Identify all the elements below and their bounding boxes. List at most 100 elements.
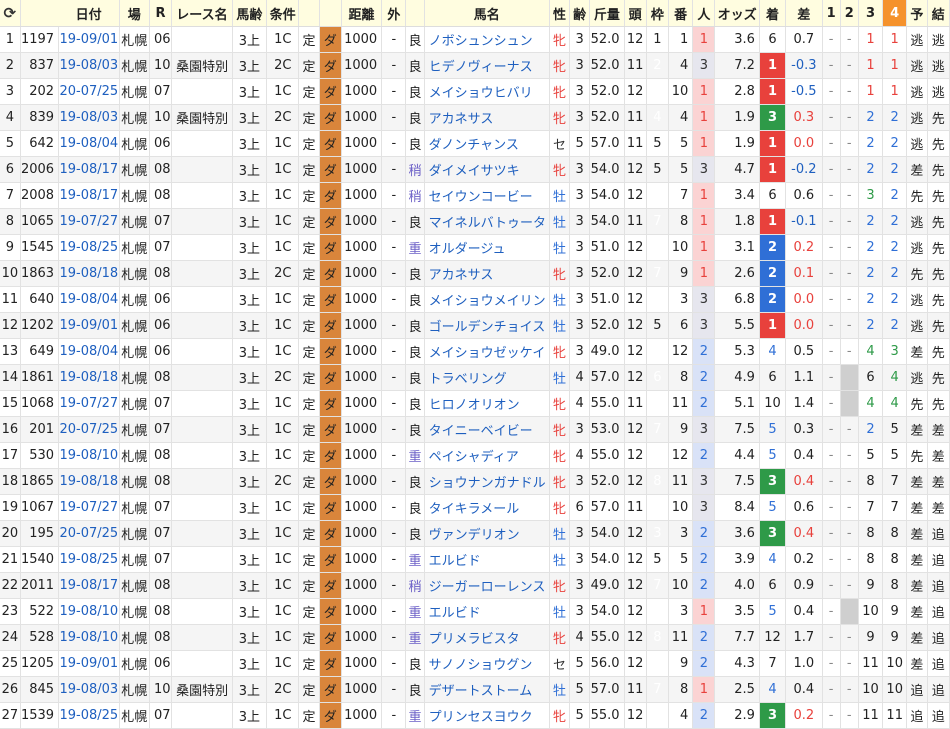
table-row[interactable]: 25 1205 19-09/01 札幌 06 3上 1C 定ダ 1000- 良サノノショウグンセ 5… — [0, 650, 950, 677]
cell-date[interactable]: 20-07/25 — [58, 78, 120, 105]
cell-race-id: 201 — [20, 416, 60, 443]
cell-date[interactable]: 19-08/03 — [58, 676, 120, 703]
table-row[interactable]: 20 195 20-07/25 札幌 07 3上 1C 定ダ 1000- 良ヴァンデリオン牡 3 54… — [0, 520, 950, 547]
cell-date[interactable]: 19-08/10 — [58, 598, 120, 625]
table-row[interactable]: 14 1861 19-08/18 札幌 08 3上 2C 定ダ 1000- 良トラベリング牡 4 57… — [0, 364, 950, 391]
table-row[interactable]: 11 640 19-08/04 札幌 06 3上 1C 定ダ 1000- 良メイショウメイリン牡 3… — [0, 286, 950, 313]
table-row[interactable]: 6 2006 19-08/17 札幌 08 3上 1C 定ダ 1000- 稍ダイメイサツキ牝 3 54… — [0, 156, 950, 183]
cell-date[interactable]: 19-08/17 — [58, 182, 120, 209]
cell-prediction: 先 — [906, 260, 928, 287]
cell-surface: ダ — [319, 156, 342, 183]
table-row[interactable]: 26 845 19-08/03 札幌 10 桑園特別 3上 2C 定ダ 1000- 良デザートストー… — [0, 676, 950, 703]
table-row[interactable]: 12 1202 19-09/01 札幌 06 3上 1C 定ダ 1000- 良ゴールデンチョイス牡… — [0, 312, 950, 339]
cell-horse-name[interactable]: セイウンコービー — [424, 182, 550, 209]
cell-horse-name[interactable]: マイネルバトゥータ — [424, 208, 550, 235]
cell-horse-name[interactable]: エルビド — [424, 546, 550, 573]
cell-weight: 51.0 — [589, 286, 625, 313]
cell-surface: ダ — [319, 520, 342, 547]
cell-horse-name[interactable]: ダノンチャンス — [424, 130, 550, 157]
cell-date[interactable]: 19-08/17 — [58, 156, 120, 183]
cell-date[interactable]: 19-08/03 — [58, 104, 120, 131]
cell-pos-4: 5 — [882, 416, 908, 443]
table-row[interactable]: 21 1540 19-08/25 札幌 07 3上 1C 定ダ 1000- 重エルビド牡 3 54.0… — [0, 546, 950, 573]
cell-horse-name[interactable]: オルダージュ — [424, 234, 550, 261]
cell-date[interactable]: 19-09/01 — [58, 650, 120, 677]
cell-result: 先 — [927, 338, 950, 365]
table-row[interactable]: 7 2008 19-08/17 札幌 08 3上 1C 定ダ 1000- 稍セイウンコービー牡 3 5… — [0, 182, 950, 209]
cell-horse-name[interactable]: ショウナンガナドル — [424, 468, 550, 495]
cell-pos-2: - — [840, 104, 859, 131]
cell-horse-name[interactable]: ノボシュンシュン — [424, 26, 550, 53]
cell-date[interactable]: 19-08/18 — [58, 260, 120, 287]
table-row[interactable]: 1 1197 19-09/01 札幌 06 3上 1C 定ダ 1000- 良ノボシュンシュン牝 3 5… — [0, 26, 950, 53]
cell-date[interactable]: 19-08/18 — [58, 364, 120, 391]
table-row[interactable]: 24 528 19-08/10 札幌 08 3上 1C 定ダ 1000- 重プリメラビスタ牝 4 55… — [0, 624, 950, 651]
refresh-icon[interactable]: ⟳ — [0, 0, 21, 27]
cell-date[interactable]: 19-09/01 — [58, 312, 120, 339]
cell-race-name — [171, 338, 233, 365]
table-row[interactable]: 13 649 19-08/04 札幌 06 3上 1C 定ダ 1000- 良メイショウゼッケイ牝 3… — [0, 338, 950, 365]
cell-date[interactable]: 19-08/10 — [58, 624, 120, 651]
table-row[interactable]: 8 1065 19-07/27 札幌 07 3上 1C 定ダ 1000- 良マイネルバトゥータ牡 3… — [0, 208, 950, 235]
cell-class: 1C — [266, 390, 300, 417]
cell-date[interactable]: 19-08/10 — [58, 442, 120, 469]
cell-horse-name[interactable]: デザートストーム — [424, 676, 550, 703]
cell-date[interactable]: 19-08/03 — [58, 52, 120, 79]
cell-horse-name[interactable]: タイニーベイビー — [424, 416, 550, 443]
cell-horse-name[interactable]: メイショウヒバリ — [424, 78, 550, 105]
table-row[interactable]: 2 837 19-08/03 札幌 10 桑園特別 3上 2C 定ダ 1000- 良ヒデノヴィーナス… — [0, 52, 950, 79]
cell-horse-name[interactable]: メイショウメイリン — [424, 286, 550, 313]
cell-track: 良 — [405, 364, 425, 391]
cell-date[interactable]: 19-08/25 — [58, 702, 120, 729]
cell-horse-name[interactable]: トラベリング — [424, 364, 550, 391]
table-row[interactable]: 22 2011 19-08/17 札幌 08 3上 1C 定ダ 1000- 稍ジーガーローレンス牝… — [0, 572, 950, 599]
cell-horse-name[interactable]: ヒデノヴィーナス — [424, 52, 550, 79]
cell-horse-name[interactable]: アカネサス — [424, 260, 550, 287]
cell-date[interactable]: 19-08/04 — [58, 286, 120, 313]
cell-horse-name[interactable]: ペイシャディア — [424, 442, 550, 469]
cell-horse-name[interactable]: アカネサス — [424, 104, 550, 131]
cell-date[interactable]: 20-07/25 — [58, 416, 120, 443]
cell-popularity: 1 — [692, 104, 716, 131]
table-row[interactable]: 5 642 19-08/04 札幌 06 3上 1C 定ダ 1000- 良ダノンチャンスセ 5 57.… — [0, 130, 950, 157]
cell-horse-name[interactable]: エルビド — [424, 598, 550, 625]
cell-date[interactable]: 19-07/27 — [58, 208, 120, 235]
table-row[interactable]: 23 522 19-08/10 札幌 08 3上 1C 定ダ 1000- 重エルビド牡 3 54.0 1… — [0, 598, 950, 625]
cell-date[interactable]: 19-08/04 — [58, 130, 120, 157]
cell-horse-name[interactable]: ダイメイサツキ — [424, 156, 550, 183]
cell-horse-name[interactable]: ゴールデンチョイス — [424, 312, 550, 339]
cell-date[interactable]: 19-08/18 — [58, 468, 120, 495]
cell-horse-name[interactable]: ヒロノオリオン — [424, 390, 550, 417]
cell-horse-name[interactable]: タイキラメール — [424, 494, 550, 521]
table-row[interactable]: 9 1545 19-08/25 札幌 07 3上 1C 定ダ 1000- 重オルダージュ牡 3 51.… — [0, 234, 950, 261]
cell-race-no: 08 — [149, 572, 173, 599]
table-row[interactable]: 15 1068 19-07/27 札幌 07 3上 1C 定ダ 1000- 良ヒロノオリオン牝 4 5… — [0, 390, 950, 417]
cell-date[interactable]: 19-07/27 — [58, 390, 120, 417]
table-row[interactable]: 27 1539 19-08/25 札幌 07 3上 1C 定ダ 1000- 重プリンセスヨウク牝 5… — [0, 702, 950, 729]
cell-horse-name[interactable]: ジーガーローレンス — [424, 572, 550, 599]
table-row[interactable]: 16 201 20-07/25 札幌 07 3上 1C 定ダ 1000- 良タイニーベイビー牝 3 5… — [0, 416, 950, 443]
cell-horse-name[interactable]: プリンセスヨウク — [424, 702, 550, 729]
table-row[interactable]: 4 839 19-08/03 札幌 10 桑園特別 3上 2C 定ダ 1000- 良アカネサス牝 3 5… — [0, 104, 950, 131]
table-row[interactable]: 19 1067 19-07/27 札幌 07 3上 1C 定ダ 1000- 良タイキラメール牝 6 5… — [0, 494, 950, 521]
table-row[interactable]: 18 1865 19-08/18 札幌 08 3上 2C 定ダ 1000- 良ショウナンガナドル牝… — [0, 468, 950, 495]
cell-date[interactable]: 19-08/25 — [58, 546, 120, 573]
cell-venue: 札幌 — [119, 78, 150, 105]
table-row[interactable]: 17 530 19-08/10 札幌 08 3上 1C 定ダ 1000- 重ペイシャディア牝 4 55… — [0, 442, 950, 469]
cell-weight: 57.0 — [589, 364, 625, 391]
cell-frame: 3 — [646, 520, 670, 547]
cell-date[interactable]: 20-07/25 — [58, 520, 120, 547]
cell-horse-name[interactable]: ヴァンデリオン — [424, 520, 550, 547]
table-row[interactable]: 10 1863 19-08/18 札幌 08 3上 2C 定ダ 1000- 良アカネサス牝 3 52.… — [0, 260, 950, 287]
cell-horse-name[interactable]: プリメラビスタ — [424, 624, 550, 651]
table-row[interactable]: 3 202 20-07/25 札幌 07 3上 1C 定ダ 1000- 良メイショウヒバリ牝 3 52… — [0, 78, 950, 105]
cell-date[interactable]: 19-07/27 — [58, 494, 120, 521]
cell-race-no: 07 — [149, 494, 173, 521]
cell-horse-name[interactable]: メイショウゼッケイ — [424, 338, 550, 365]
cell-horse-name[interactable]: サノノショウグン — [424, 650, 550, 677]
cell-date[interactable]: 19-09/01 — [58, 26, 120, 53]
cell-finish: 1 — [759, 78, 787, 105]
cell-date[interactable]: 19-08/17 — [58, 572, 120, 599]
cell-date[interactable]: 19-08/04 — [58, 338, 120, 365]
cell-date[interactable]: 19-08/25 — [58, 234, 120, 261]
